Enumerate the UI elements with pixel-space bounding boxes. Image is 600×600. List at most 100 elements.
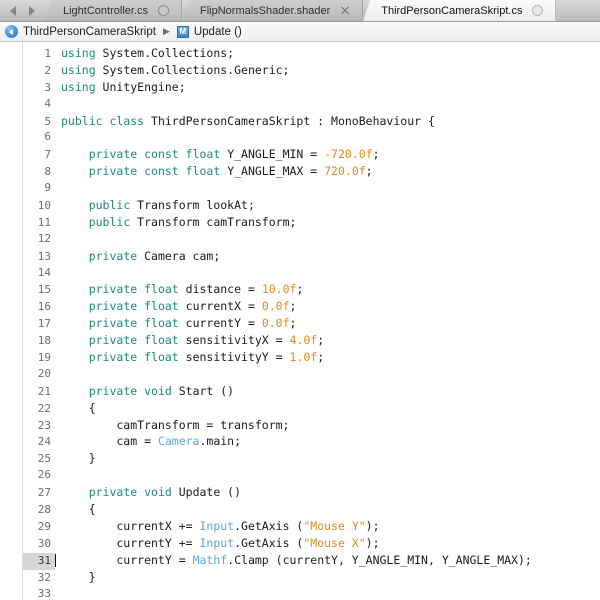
code-text[interactable]: public Transform camTransform; [55,214,296,231]
code-line[interactable]: 28 { [23,501,600,518]
breadcrumb-class[interactable]: ThirdPersonCameraSkript [5,25,156,38]
code-text[interactable]: private float currentY = 0.0f; [55,315,296,332]
line-number[interactable]: 18 [23,333,55,350]
code-text[interactable]: private Camera cam; [55,248,220,265]
line-number[interactable]: 30 [23,536,55,553]
code-line[interactable]: 5public class ThirdPersonCameraSkript : … [23,113,600,130]
code-line[interactable]: 19 private float sensitivityY = 1.0f; [23,349,600,366]
code-line[interactable]: 3using UnityEngine; [23,79,600,96]
code-line[interactable]: 11 public Transform camTransform; [23,214,600,231]
code-text[interactable]: currentY = Mathf.Clamp (currentY, Y_ANGL… [55,552,532,569]
code-text[interactable]: using UnityEngine; [55,79,186,96]
line-number[interactable]: 32 [23,570,55,587]
line-number[interactable]: 19 [23,350,55,367]
code-text[interactable]: public Transform lookAt; [55,197,255,214]
code-line[interactable]: 4 [23,96,600,113]
line-number[interactable]: 5 [23,114,55,131]
code-line[interactable]: 23 camTransform = transform; [23,417,600,434]
line-number[interactable]: 13 [23,249,55,266]
nav-back-arrow-icon[interactable] [10,6,16,16]
line-number[interactable]: 9 [23,180,55,197]
code-text[interactable]: using System.Collections.Generic; [55,62,290,79]
back-navigate-icon[interactable] [5,25,18,38]
code-line[interactable]: 18 private float sensitivityX = 4.0f; [23,332,600,349]
code-text[interactable]: currentY += Input.GetAxis ("Mouse X"); [55,535,380,552]
line-number[interactable]: 11 [23,215,55,232]
line-number[interactable]: 31 [23,553,55,570]
line-number[interactable]: 6 [23,129,55,146]
circle-close-icon[interactable] [158,5,169,16]
code-line[interactable]: 2using System.Collections.Generic; [23,62,600,79]
line-number[interactable]: 26 [23,467,55,484]
line-number[interactable]: 2 [23,63,55,80]
x-close-icon[interactable] [340,6,350,16]
code-text[interactable]: private void Start () [55,383,234,400]
code-line[interactable]: 32 } [23,569,600,586]
tab-1[interactable]: FlipNormalsShader.shader [182,0,363,21]
breadcrumb-method[interactable]: M Update () [177,26,242,38]
code-text[interactable]: private const float Y_ANGLE_MIN = -720.0… [55,146,380,163]
line-number[interactable]: 28 [23,502,55,519]
code-line[interactable]: 10 public Transform lookAt; [23,197,600,214]
line-number[interactable]: 17 [23,316,55,333]
line-number[interactable]: 33 [23,586,55,600]
code-line[interactable]: 15 private float distance = 10.0f; [23,281,600,298]
code-text[interactable]: private float sensitivityX = 4.0f; [55,332,324,349]
line-number[interactable]: 25 [23,451,55,468]
line-number[interactable]: 21 [23,384,55,401]
code-line[interactable]: 30 currentY += Input.GetAxis ("Mouse X")… [23,535,600,552]
line-number[interactable]: 3 [23,80,55,97]
code-line[interactable]: 26 [23,467,600,484]
code-line[interactable]: 9 [23,180,600,197]
code-text[interactable]: private float currentX = 0.0f; [55,298,296,315]
code-text[interactable]: currentX += Input.GetAxis ("Mouse Y"); [55,518,380,535]
code-text[interactable]: } [55,569,96,586]
nav-forward-arrow-icon[interactable] [29,6,35,16]
code-text[interactable]: camTransform = transform; [55,417,289,434]
code-editor[interactable]: 1using System.Collections;2using System.… [0,42,600,600]
code-line[interactable]: 25 } [23,450,600,467]
code-line[interactable]: 31 currentY = Mathf.Clamp (currentY, Y_A… [23,552,600,569]
line-number[interactable]: 14 [23,265,55,282]
code-line[interactable]: 1using System.Collections; [23,45,600,62]
code-text[interactable]: private void Update () [55,484,241,501]
code-line[interactable]: 6 [23,129,600,146]
code-line[interactable]: 17 private float currentY = 0.0f; [23,315,600,332]
line-number[interactable]: 22 [23,401,55,418]
code-text[interactable]: { [55,400,96,417]
line-number[interactable]: 23 [23,418,55,435]
line-number[interactable]: 27 [23,485,55,502]
code-line[interactable]: 7 private const float Y_ANGLE_MIN = -720… [23,146,600,163]
code-line[interactable]: 27 private void Update () [23,484,600,501]
code-line[interactable]: 33 [23,586,600,600]
code-text[interactable]: } [55,450,96,467]
line-number[interactable]: 4 [23,96,55,113]
code-text[interactable]: private float distance = 10.0f; [55,281,303,298]
code-line[interactable]: 12 [23,231,600,248]
code-line[interactable]: 24 cam = Camera.main; [23,433,600,450]
code-line[interactable]: 14 [23,265,600,282]
code-text[interactable]: private const float Y_ANGLE_MAX = 720.0f… [55,163,373,180]
code-line[interactable]: 16 private float currentX = 0.0f; [23,298,600,315]
tab-0[interactable]: LightController.cs [45,0,182,21]
line-number[interactable]: 15 [23,282,55,299]
code-text[interactable]: cam = Camera.main; [55,433,241,450]
line-number[interactable]: 1 [23,46,55,63]
code-text[interactable]: private float sensitivityY = 1.0f; [55,349,324,366]
line-number[interactable]: 24 [23,434,55,451]
code-text[interactable]: using System.Collections; [55,45,234,62]
code-text[interactable]: public class ThirdPersonCameraSkript : M… [55,113,435,130]
code-line[interactable]: 29 currentX += Input.GetAxis ("Mouse Y")… [23,518,600,535]
line-number[interactable]: 12 [23,231,55,248]
code-line[interactable]: 20 [23,366,600,383]
code-line[interactable]: 22 { [23,400,600,417]
code-text[interactable]: { [55,501,96,518]
code-lines[interactable]: 1using System.Collections;2using System.… [23,42,600,600]
line-number[interactable]: 10 [23,198,55,215]
line-number[interactable]: 20 [23,366,55,383]
line-number[interactable]: 29 [23,519,55,536]
tab-2[interactable]: ThirdPersonCameraSkript.cs [363,0,556,21]
code-line[interactable]: 13 private Camera cam; [23,248,600,265]
code-line[interactable]: 8 private const float Y_ANGLE_MAX = 720.… [23,163,600,180]
line-number[interactable]: 7 [23,147,55,164]
